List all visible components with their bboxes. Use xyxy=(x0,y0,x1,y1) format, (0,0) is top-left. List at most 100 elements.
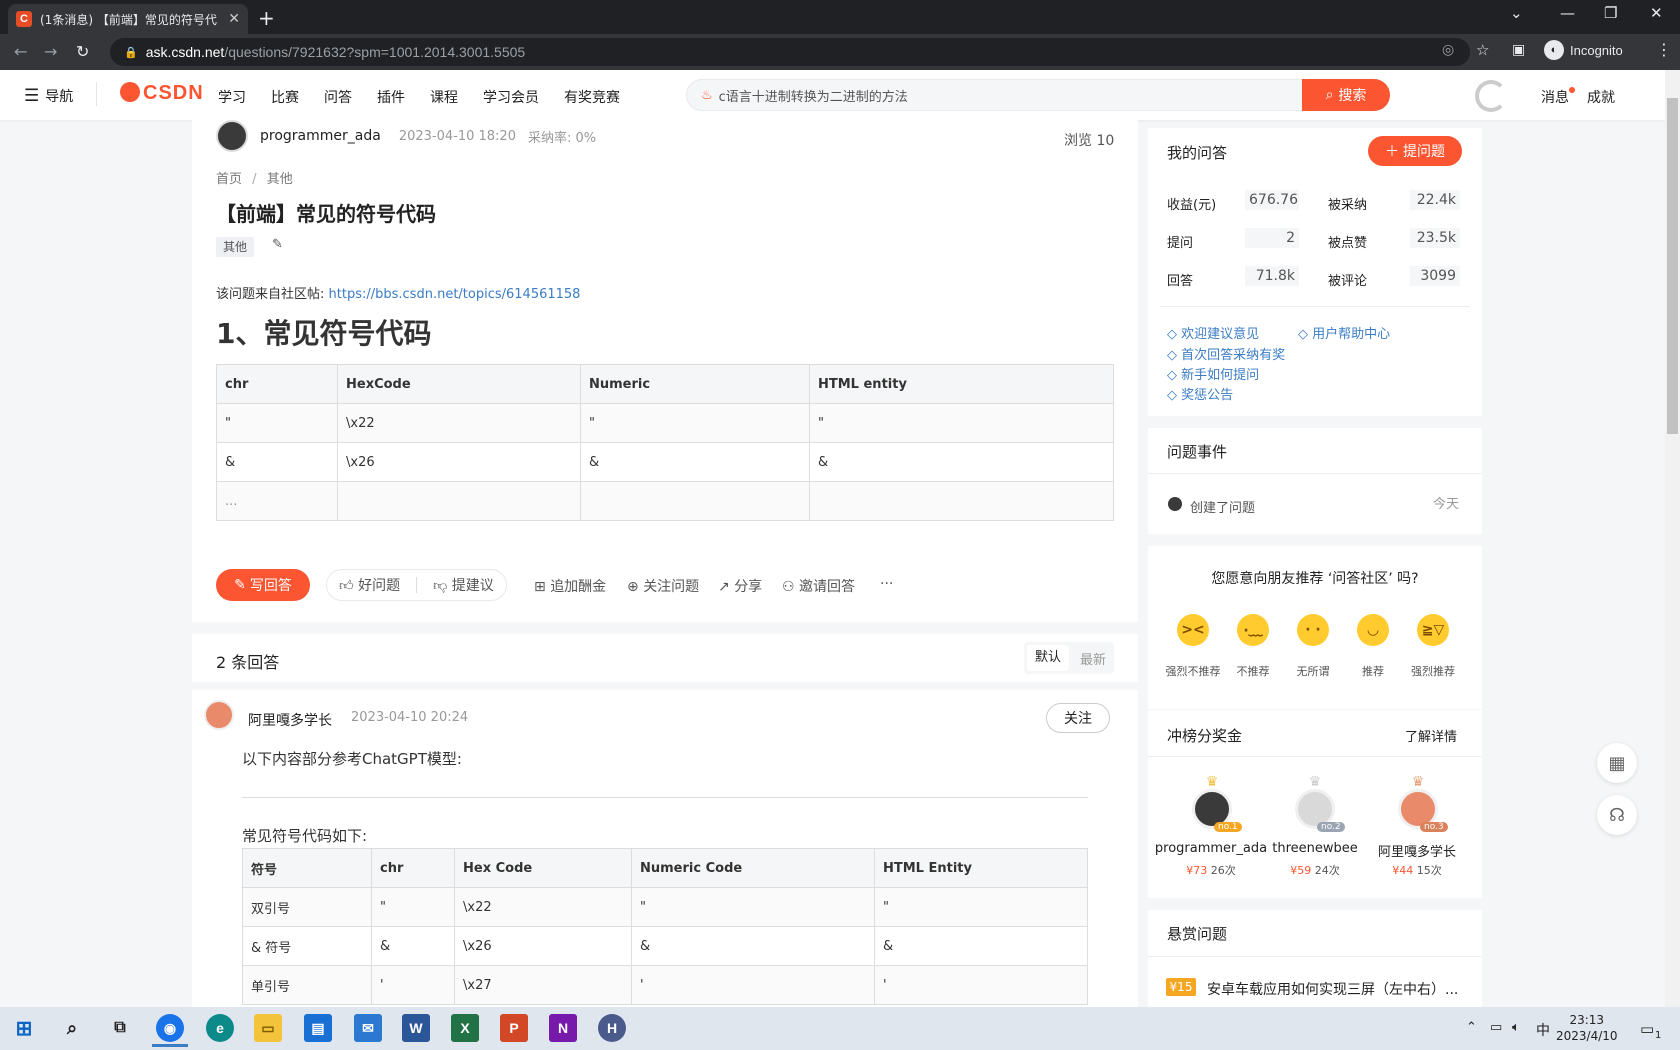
powerpoint-icon[interactable]: P xyxy=(500,1014,528,1042)
table-cell: ' xyxy=(631,965,875,1005)
stat-label: 被点赞 xyxy=(1328,236,1368,251)
file-explorer-icon[interactable]: ▭ xyxy=(254,1014,282,1042)
csdn-logo[interactable]: CSDN xyxy=(120,82,204,105)
tray-chevron-icon[interactable]: ⌃ xyxy=(1466,1020,1477,1035)
share-button[interactable]: ↗ 分享 xyxy=(718,576,762,596)
breadcrumb-category[interactable]: 其他 xyxy=(267,172,293,187)
browser-menu-icon[interactable]: ⋮ xyxy=(1656,40,1672,59)
new-tab-button[interactable]: + xyxy=(258,6,275,30)
help-link[interactable]: ◇ 欢迎建议意见 xyxy=(1167,323,1259,342)
chrome-icon[interactable]: ◉ xyxy=(156,1014,184,1042)
taskbar-clock[interactable]: 23:13 2023/4/10 xyxy=(1556,1012,1618,1044)
event-time: 今天 xyxy=(1433,497,1460,512)
search-input[interactable]: ♨ c语言十进制转换为二进制的方法 xyxy=(686,79,1304,111)
follow-user-button[interactable]: 关注 xyxy=(1046,703,1110,733)
very-unlikely-emoji-icon[interactable]: >< xyxy=(1177,614,1209,646)
sort-default-button[interactable]: 默认 xyxy=(1027,645,1069,671)
tab-search-icon[interactable]: ⌄ xyxy=(1510,4,1523,22)
close-tab-icon[interactable]: ✕ xyxy=(228,11,240,27)
help-link[interactable]: ◇ 首次回答采纳有奖 xyxy=(1167,344,1285,363)
task-view-icon[interactable]: ⧉ xyxy=(106,1014,134,1042)
qr-code-icon[interactable]: ▦ xyxy=(1597,743,1637,783)
add-bounty-button[interactable]: ⊞ 追加酬金 xyxy=(534,576,606,596)
word-icon[interactable]: W xyxy=(402,1014,430,1042)
back-icon[interactable]: ← xyxy=(14,42,27,61)
store-icon[interactable]: ▤ xyxy=(304,1014,332,1042)
search-icon[interactable]: ⌕ xyxy=(58,1014,86,1042)
likely-emoji-icon[interactable]: ◡ xyxy=(1357,614,1389,646)
windows-start-icon[interactable]: ⊞ xyxy=(10,1014,38,1042)
bookmark-star-icon[interactable]: ☆ xyxy=(1476,41,1489,59)
stat-value: 676.76 xyxy=(1245,190,1299,210)
browser-tab[interactable]: C (1条消息) 【前端】常见的符号代 ✕ xyxy=(8,4,248,34)
hot-flame-icon: ♨ xyxy=(701,87,713,103)
neutral-emoji-icon[interactable]: · · xyxy=(1297,614,1329,646)
sort-latest-button[interactable]: 最新 xyxy=(1072,649,1114,668)
network-icon[interactable]: ▭ xyxy=(1490,1020,1502,1035)
nav-item-prize-contest[interactable]: 有奖竞赛 xyxy=(564,87,620,107)
stat-label: 被采纳 xyxy=(1328,198,1368,213)
incognito-indicator[interactable]: ◐ Incognito xyxy=(1544,40,1623,60)
achievements-link[interactable]: 成就 xyxy=(1587,87,1615,107)
nav-item-learn[interactable]: 学习 xyxy=(218,87,246,107)
messages-link[interactable]: 消息 xyxy=(1541,87,1575,107)
answerer-name[interactable]: 阿里嘎多学长 xyxy=(248,710,332,730)
excel-icon[interactable]: X xyxy=(451,1014,479,1042)
write-answer-button[interactable]: ✎ 写回答 xyxy=(216,569,310,601)
help-link[interactable]: ◇ 新手如何提问 xyxy=(1167,364,1259,383)
forward-icon[interactable]: → xyxy=(44,42,57,61)
help-link[interactable]: ◇ 奖惩公告 xyxy=(1167,384,1233,403)
table-header: HTML Entity xyxy=(874,848,1088,888)
user-avatar[interactable] xyxy=(1475,80,1507,112)
feedback-pill-group: 👍︎ 好问题 👎︎ 提建议 xyxy=(326,569,507,601)
close-window-icon[interactable]: ✕ xyxy=(1650,4,1663,22)
customer-service-icon[interactable]: ☊ xyxy=(1597,795,1637,835)
nav-item-contest[interactable]: 比赛 xyxy=(271,87,299,107)
nav-menu-button[interactable]: ☰ 导航 xyxy=(24,86,73,106)
reload-icon[interactable]: ↻ xyxy=(76,42,89,61)
ask-question-button[interactable]: ＋ 提问题 xyxy=(1368,136,1462,166)
invite-answer-button[interactable]: ⚇ 邀请回答 xyxy=(782,576,855,596)
table-cell: & xyxy=(631,926,875,966)
nav-item-course[interactable]: 课程 xyxy=(430,87,458,107)
answerer-avatar[interactable] xyxy=(204,700,234,730)
more-icon[interactable]: ··· xyxy=(880,576,893,592)
help-link[interactable]: ◇ 用户帮助中心 xyxy=(1298,323,1390,342)
onenote-icon[interactable]: N xyxy=(549,1014,577,1042)
author-name[interactable]: programmer_ada xyxy=(260,128,381,144)
rank-name[interactable]: threenewbee xyxy=(1256,841,1374,856)
edge-icon[interactable]: e xyxy=(206,1014,234,1042)
table-cell: " xyxy=(216,403,338,443)
notification-icon[interactable]: ▭ xyxy=(1640,1020,1654,1038)
nav-item-plugin[interactable]: 插件 xyxy=(377,87,405,107)
eye-off-icon[interactable]: ◎ xyxy=(1442,42,1454,58)
suggest-button[interactable]: 👎︎ 提建议 xyxy=(433,575,494,595)
ranking-details-link[interactable]: 了解详情 xyxy=(1405,726,1457,745)
side-panel-icon[interactable]: ▣ xyxy=(1512,42,1525,58)
question-tag[interactable]: 其他 xyxy=(216,237,255,257)
nav-item-membership[interactable]: 学习会员 xyxy=(483,87,539,107)
follow-question-button[interactable]: ⊕ 关注问题 xyxy=(627,576,699,596)
address-bar[interactable]: 🔒 ask.csdn.net/questions/7921632?spm=100… xyxy=(110,38,1470,66)
minimize-icon[interactable]: — xyxy=(1560,4,1575,22)
search-button[interactable]: ⌕ 搜索 xyxy=(1302,79,1390,111)
very-likely-emoji-icon[interactable]: ≧▽ xyxy=(1417,614,1449,646)
good-question-button[interactable]: 👍︎ 好问题 xyxy=(339,575,400,595)
app-icon[interactable]: H xyxy=(598,1014,626,1042)
ime-indicator[interactable]: 中 xyxy=(1536,1020,1550,1040)
scrollbar-thumb[interactable] xyxy=(1667,98,1678,434)
edit-icon[interactable]: ✎ xyxy=(272,237,283,252)
rank-name[interactable]: programmer_ada xyxy=(1152,841,1270,856)
nav-item-qa[interactable]: 问答 xyxy=(324,87,352,107)
source-link[interactable]: https://bbs.csdn.net/topics/614561158 xyxy=(329,287,581,302)
bounty-question-link[interactable]: 安卓车载应用如何实现三屏（左中右）... xyxy=(1207,979,1462,999)
restore-icon[interactable]: ❐ xyxy=(1604,4,1617,22)
unlikely-emoji-icon[interactable]: ·﹏ xyxy=(1237,614,1269,646)
author-avatar[interactable] xyxy=(216,120,248,152)
table-cell: " xyxy=(371,887,455,927)
rank-name[interactable]: 阿里嘎多学长 xyxy=(1358,841,1476,860)
breadcrumb-home[interactable]: 首页 xyxy=(216,172,242,187)
volume-icon[interactable]: 🔈︎ xyxy=(1512,1020,1520,1035)
share-icon: ↗ xyxy=(718,579,730,595)
mail-icon[interactable]: ✉ xyxy=(354,1014,382,1042)
